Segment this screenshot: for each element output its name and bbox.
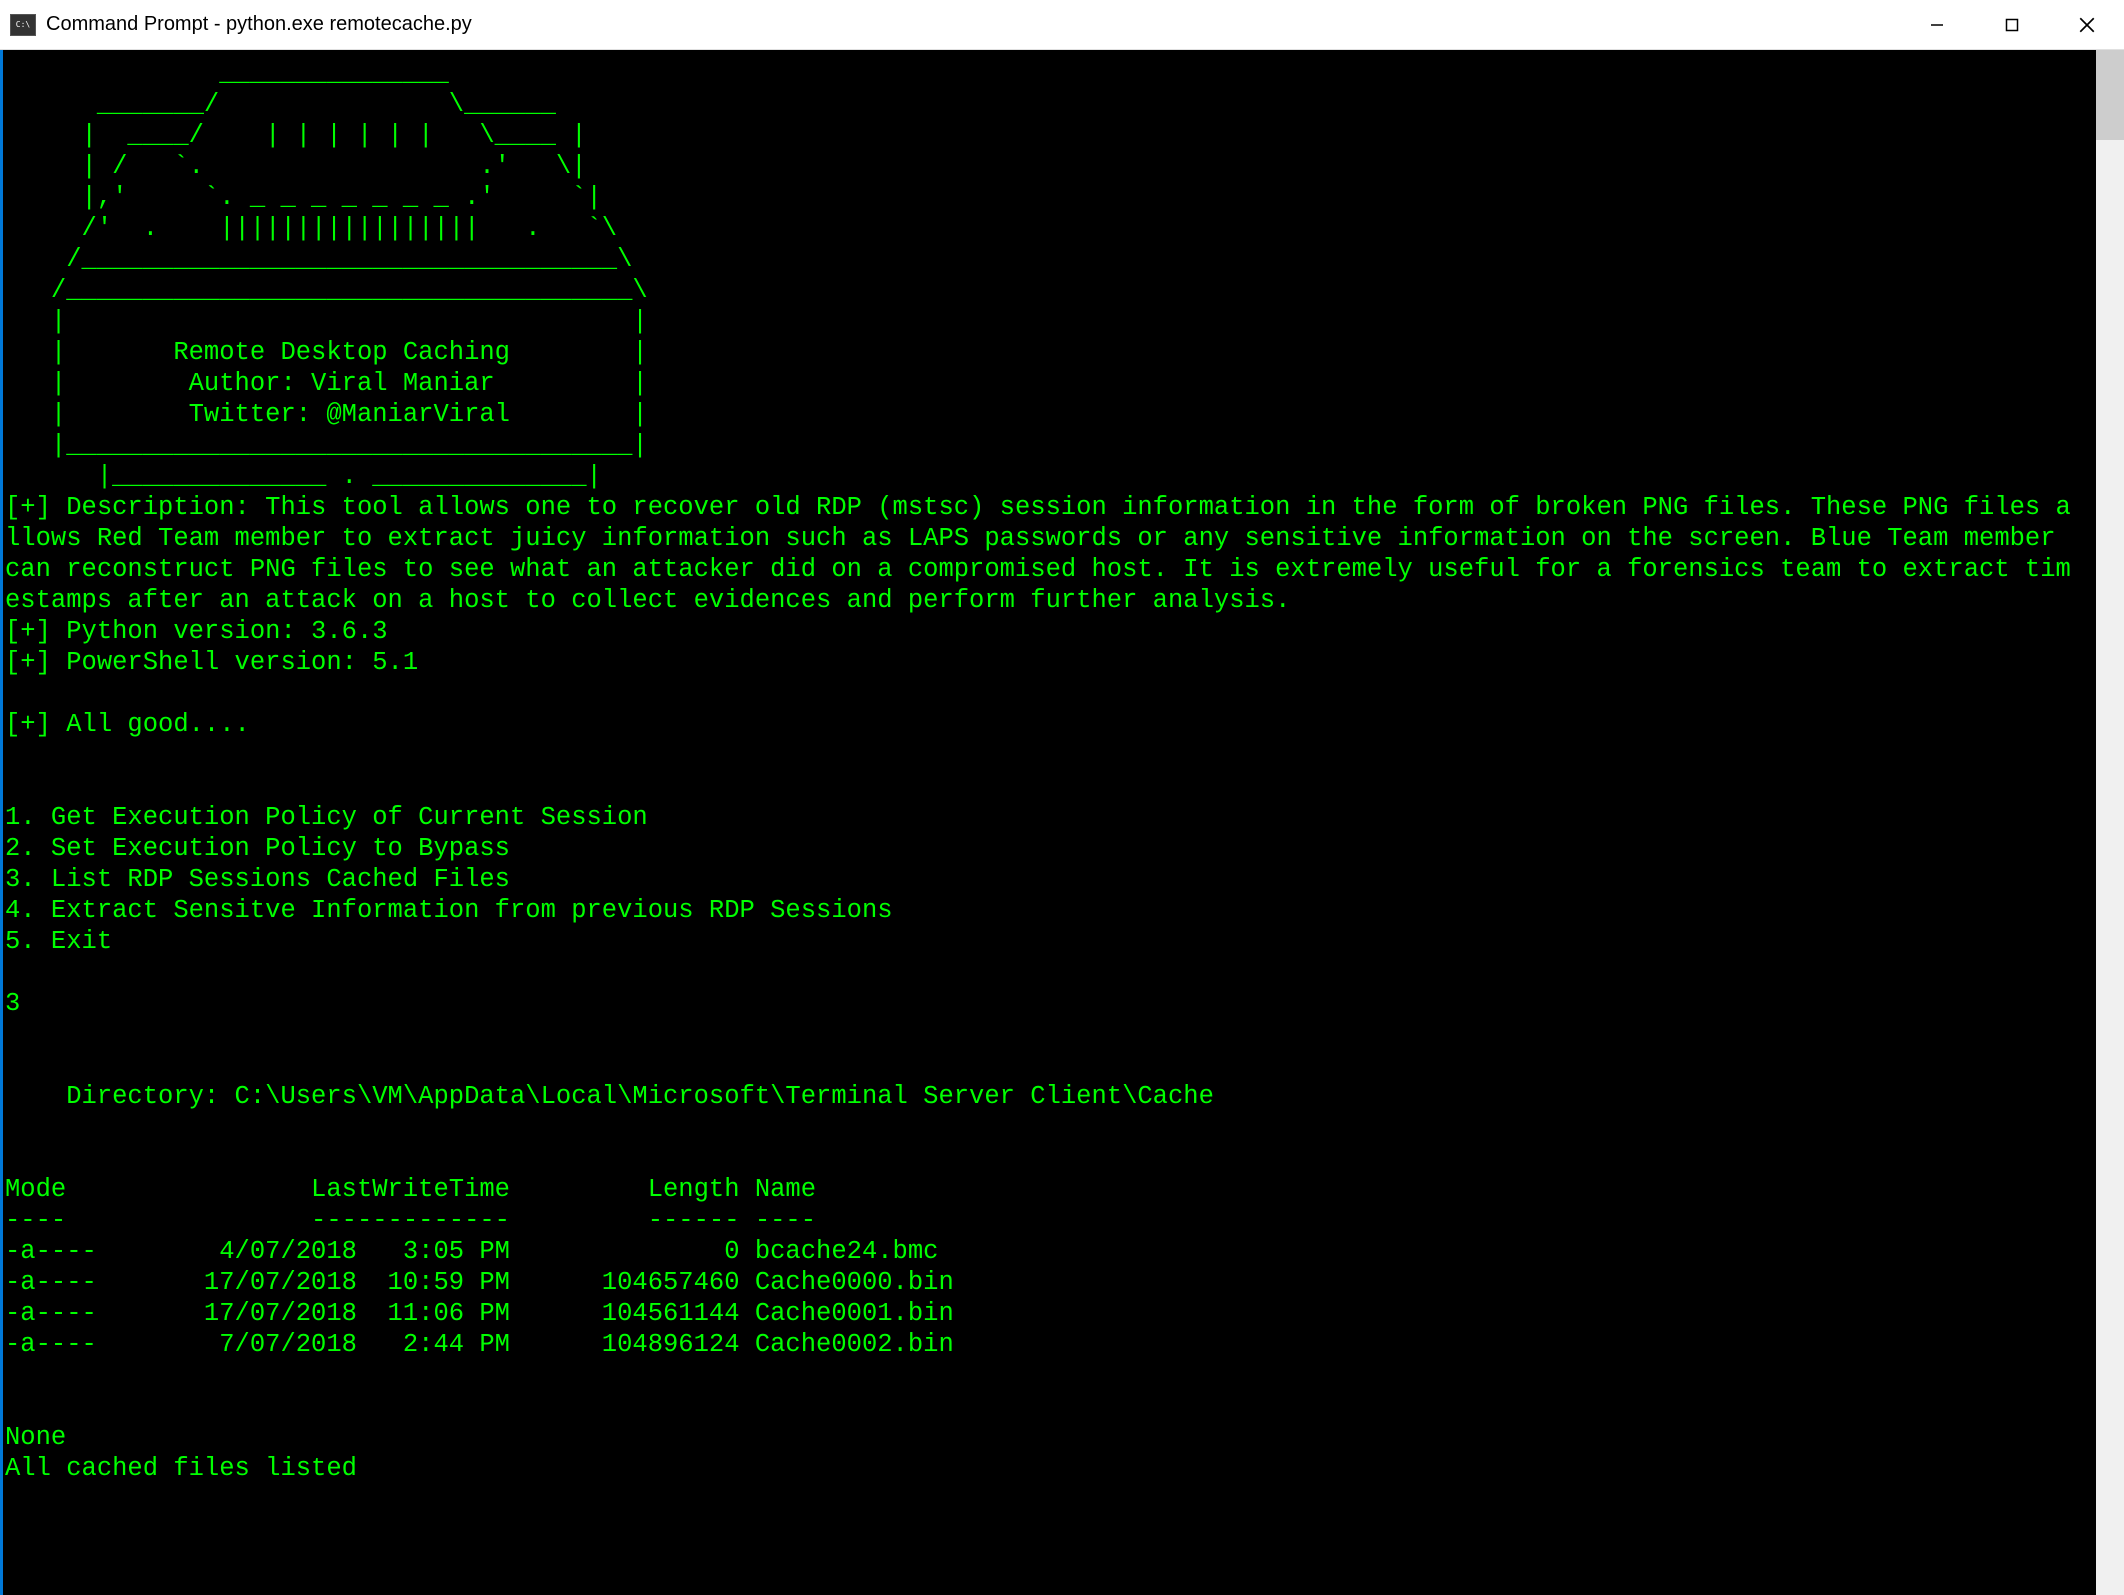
none-output: None — [5, 1423, 66, 1452]
table-row: -a---- 4/07/2018 3:05 PM 0 bcache24.bmc — [5, 1237, 938, 1266]
titlebar[interactable]: C:\ Command Prompt - python.exe remoteca… — [0, 0, 2124, 50]
table-row: -a---- 17/07/2018 10:59 PM 104657460 Cac… — [5, 1268, 954, 1297]
console-area: _______________ _______/ \______ | ____/… — [0, 50, 2124, 1595]
table-row: -a---- 17/07/2018 11:06 PM 104561144 Cac… — [5, 1299, 954, 1328]
table-divider: ---- ------------- ------ ---- — [5, 1206, 816, 1235]
status-all-good: [+] All good.... — [5, 710, 250, 739]
powershell-version-text: [+] PowerShell version: 5.1 — [5, 648, 418, 677]
ascii-art-banner: _______________ _______/ \______ | ____/… — [5, 59, 648, 491]
menu-item-1: 1. Get Execution Policy of Current Sessi… — [5, 803, 648, 832]
window-title: Command Prompt - python.exe remotecache.… — [46, 13, 1899, 36]
scrollbar-thumb[interactable] — [2096, 50, 2124, 140]
command-prompt-window: C:\ Command Prompt - python.exe remoteca… — [0, 0, 2124, 1595]
user-input: 3 — [5, 989, 20, 1018]
maximize-button[interactable] — [1974, 0, 2049, 49]
minimize-icon — [1929, 17, 1945, 33]
description-text: [+] Description: This tool allows one to… — [5, 492, 2075, 616]
minimize-button[interactable] — [1899, 0, 1974, 49]
menu-item-5: 5. Exit — [5, 927, 112, 956]
table-header: Mode LastWriteTime Length Name — [5, 1175, 816, 1204]
menu-item-2: 2. Set Execution Policy to Bypass — [5, 834, 510, 863]
close-button[interactable] — [2049, 0, 2124, 49]
footer-status: All cached files listed — [5, 1454, 357, 1483]
vertical-scrollbar[interactable] — [2096, 50, 2124, 1595]
directory-path: Directory: C:\Users\VM\AppData\Local\Mic… — [5, 1082, 1214, 1111]
console-output[interactable]: _______________ _______/ \______ | ____/… — [3, 50, 2096, 1595]
cmd-icon: C:\ — [10, 14, 36, 36]
menu-item-4: 4. Extract Sensitve Information from pre… — [5, 896, 893, 925]
maximize-icon — [2004, 17, 2020, 33]
menu-item-3: 3. List RDP Sessions Cached Files — [5, 865, 510, 894]
close-icon — [2078, 16, 2096, 34]
window-controls — [1899, 0, 2124, 49]
python-version-text: [+] Python version: 3.6.3 — [5, 617, 388, 646]
table-row: -a---- 7/07/2018 2:44 PM 104896124 Cache… — [5, 1330, 954, 1359]
